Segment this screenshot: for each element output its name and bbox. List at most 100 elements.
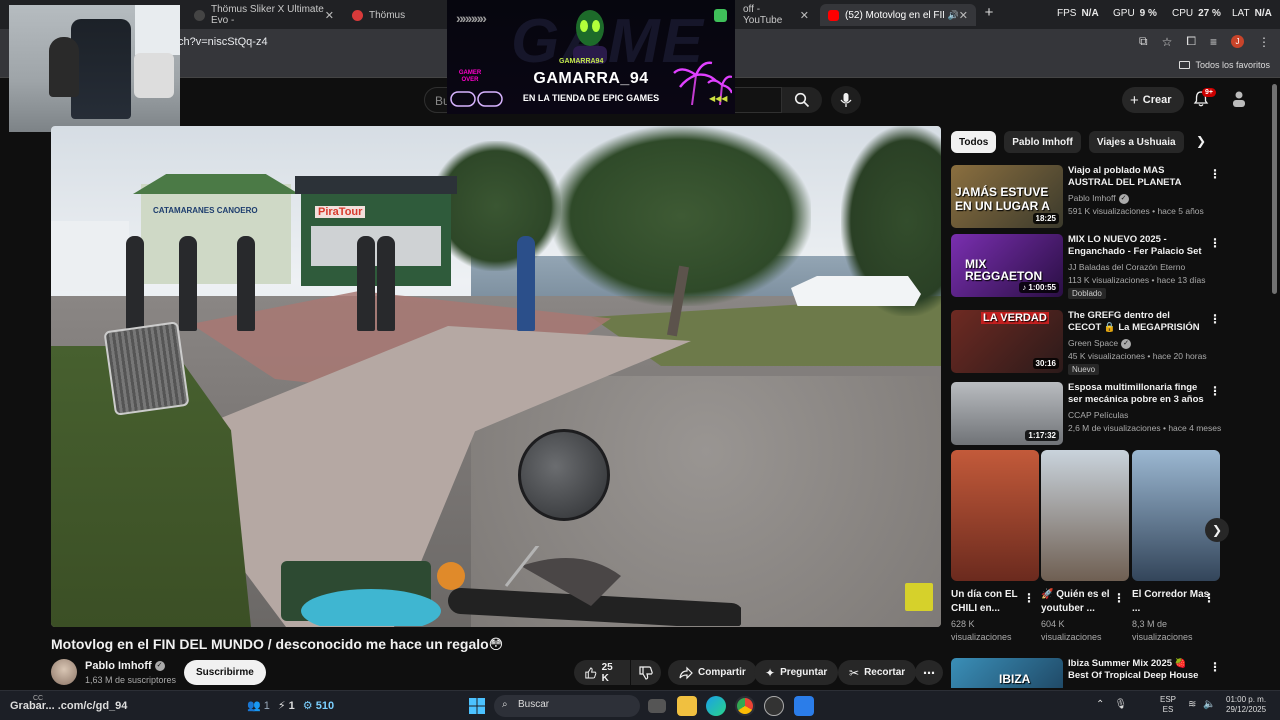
chip-ushuaia[interactable]: Viajes a Ushuaia — [1088, 131, 1184, 153]
file-explorer-icon[interactable] — [677, 696, 697, 716]
hud-lat: LAT N/A — [1232, 8, 1272, 19]
recommendation-meta: 45 K visualizaciones • hace 20 horas — [1068, 351, 1207, 361]
tab-youtube[interactable]: off - YouTube ✕ — [735, 4, 817, 26]
like-button[interactable]: 25 K — [574, 660, 630, 685]
channel-name[interactable]: Pablo Imhoff ✓ — [85, 660, 165, 672]
chip-all[interactable]: Todos — [951, 131, 997, 153]
short-thumbnail[interactable] — [1041, 450, 1129, 581]
streamer-banner: »»»»» GAME GAMARRA94 GAMER OVER GAMARRA_… — [447, 0, 735, 114]
recommendation-item[interactable]: JAMÁS ESTUVE EN UN LUGAR A 18:25 Viajo a… — [951, 165, 1221, 229]
chip-channel[interactable]: Pablo Imhoff — [1004, 131, 1081, 153]
more-vertical-icon[interactable]: ⋮ — [1209, 167, 1221, 181]
scene-person — [377, 236, 395, 331]
channel-name-text: Pablo Imhoff — [85, 660, 152, 672]
short-views: 8,3 M de visualizaciones — [1132, 619, 1193, 642]
new-tab-button[interactable]: + — [980, 4, 998, 21]
recommendation-channel[interactable]: JJ Baladas del Corazón Eterno — [1068, 262, 1185, 272]
dislike-button[interactable] — [631, 660, 661, 685]
task-view-icon[interactable] — [648, 699, 666, 713]
extensions-icon[interactable]: ⧠ — [1186, 34, 1196, 49]
channel-watermark-icon[interactable] — [905, 583, 933, 611]
volume-icon[interactable]: 🔈 — [1203, 699, 1215, 710]
clock[interactable]: 01:00 p. m. 29/12/2025 — [1226, 695, 1266, 715]
recommendation-channel[interactable]: Green Space ✓ — [1068, 338, 1132, 349]
recommendation-title[interactable]: Viajo al poblado MAS AUSTRAL DEL PLANETA… — [1068, 165, 1204, 190]
chrome-icon[interactable] — [735, 696, 755, 716]
banner-logo-text: GAMARRA94 — [559, 58, 604, 65]
speaker-icon[interactable]: 🔊 — [948, 10, 959, 21]
scene-person — [237, 236, 255, 331]
more-vertical-icon[interactable]: ⋮ — [1209, 384, 1221, 398]
video-thumbnail[interactable]: 1:17:32 — [951, 382, 1063, 445]
recommendation-title[interactable]: Esposa multimillonaria finge ser mecánic… — [1068, 382, 1204, 407]
more-vertical-icon[interactable]: ⋮ — [1203, 591, 1215, 605]
obs-icon[interactable] — [764, 696, 784, 716]
scene-person — [357, 236, 375, 331]
views-text: 591 K visualizaciones — [1068, 206, 1150, 216]
video-player[interactable]: CATAMARANES CANOERO PiraTour — [51, 126, 941, 627]
profile-avatar[interactable]: J — [1231, 35, 1244, 48]
edge-icon[interactable] — [706, 696, 726, 716]
all-bookmarks-button[interactable]: Todos los favoritos — [1179, 60, 1270, 70]
video-thumbnail[interactable]: JAMÁS ESTUVE EN UN LUGAR A 18:25 — [951, 165, 1063, 228]
short-thumbnail[interactable] — [1132, 450, 1220, 581]
recommendation-item[interactable]: IBIZA Ibiza Summer Mix 2025 🍓 Best Of Tr… — [951, 658, 1221, 688]
channel-avatar[interactable] — [51, 659, 77, 685]
more-vertical-icon[interactable]: ⋮ — [1023, 591, 1035, 605]
taskbar-search[interactable]: ⌕ Buscar — [494, 695, 640, 717]
chevron-right-icon[interactable]: ❯ — [1196, 134, 1206, 148]
ask-button[interactable]: ✦ Preguntar — [754, 660, 839, 685]
windows-start-icon[interactable] — [469, 698, 485, 714]
language-indicator[interactable]: ESP ES — [1160, 695, 1176, 715]
more-vertical-icon[interactable]: ⋮ — [1209, 312, 1221, 326]
more-vertical-icon[interactable]: ⋮ — [1209, 660, 1221, 674]
wifi-icon[interactable]: ≋ — [1188, 699, 1196, 710]
recommendation-channel[interactable]: CCAP Películas — [1068, 410, 1128, 420]
kiosk-window — [311, 226, 441, 266]
bookmark-star-icon[interactable]: ☆ — [1162, 35, 1173, 49]
recommendation-title[interactable]: MIX LO NUEVO 2025 - Enganchado - Fer Pal… — [1068, 234, 1204, 259]
menu-kebab-icon[interactable]: ⋮ — [1258, 35, 1270, 49]
url-field[interactable]: ch?v=niscStQq-z4 — [178, 36, 268, 48]
more-actions-button[interactable]: ⋯ — [915, 660, 943, 685]
recommendation-title[interactable]: The GREFG dentro del CECOT 🔒 La MEGAPRIS… — [1068, 310, 1204, 335]
short-title[interactable]: 🚀 Quién es el youtuber ... — [1041, 588, 1121, 616]
page-scrollbar[interactable] — [1272, 84, 1277, 294]
short-title[interactable]: El Corredor Mas ... — [1132, 588, 1212, 616]
tab-thomus-sliker[interactable]: Thömus Sliker X Ultimate Evo - ✕ — [186, 4, 342, 26]
install-icon[interactable]: ⧉ — [1139, 34, 1148, 49]
video-thumbnail[interactable]: IBIZA — [951, 658, 1063, 688]
share-button[interactable]: Compartir — [668, 660, 757, 685]
chevron-right-icon[interactable]: ❯ — [1205, 518, 1229, 542]
subscribe-button[interactable]: Suscribirme — [184, 660, 266, 685]
recommendation-item[interactable]: 1:17:32 Esposa multimillonaria finge ser… — [951, 382, 1221, 446]
video-thumbnail[interactable]: MIX REGGAETON ♪ 1:00:55 — [951, 234, 1063, 297]
close-icon[interactable]: ✕ — [959, 9, 968, 22]
filter-chips: Todos Pablo Imhoff Viajes a Ushuaia Mo — [951, 131, 1191, 153]
toolbar-icons: ⧉ ☆ ⧠ ≡ J ⋮ — [1139, 34, 1270, 49]
media-icon[interactable]: ≡ — [1210, 35, 1217, 49]
short-thumbnail[interactable] — [951, 450, 1039, 581]
chevron-up-icon[interactable]: ⌃ — [1096, 699, 1104, 710]
account-avatar-icon[interactable] — [1231, 90, 1247, 108]
tab-motovlog[interactable]: (52) Motovlog en el FIN DE 🔊 ✕ — [820, 4, 976, 26]
short-title[interactable]: Un día con EL CHILI en... — [951, 588, 1031, 616]
clip-button[interactable]: ✂ Recortar — [838, 660, 917, 685]
recommendation-item[interactable]: MIX REGGAETON ♪ 1:00:55 MIX LO NUEVO 202… — [951, 234, 1221, 304]
dubbed-badge: Doblado — [1068, 288, 1106, 299]
close-icon[interactable]: ✕ — [800, 9, 809, 22]
close-icon[interactable]: ✕ — [325, 9, 334, 22]
voice-search-button[interactable] — [831, 86, 861, 114]
recommendation-channel[interactable]: Pablo Imhoff ✓ — [1068, 193, 1129, 204]
tab-thomus[interactable]: Thömus — [344, 4, 444, 26]
video-thumbnail[interactable]: LA VERDAD 30:16 — [951, 310, 1063, 373]
taskbar-search-label: Buscar — [518, 699, 550, 710]
app-f-icon[interactable] — [794, 696, 814, 716]
microphone-icon[interactable]: 🎙 — [1114, 699, 1127, 710]
more-vertical-icon[interactable]: ⋮ — [1209, 236, 1221, 250]
recommendation-item[interactable]: LA VERDAD 30:16 The GREFG dentro del CEC… — [951, 310, 1221, 380]
search-button[interactable] — [782, 87, 822, 113]
create-button[interactable]: + Crear — [1122, 87, 1184, 113]
recommendation-title[interactable]: Ibiza Summer Mix 2025 🍓 Best Of Tropical… — [1068, 658, 1204, 683]
more-vertical-icon[interactable]: ⋮ — [1113, 591, 1125, 605]
